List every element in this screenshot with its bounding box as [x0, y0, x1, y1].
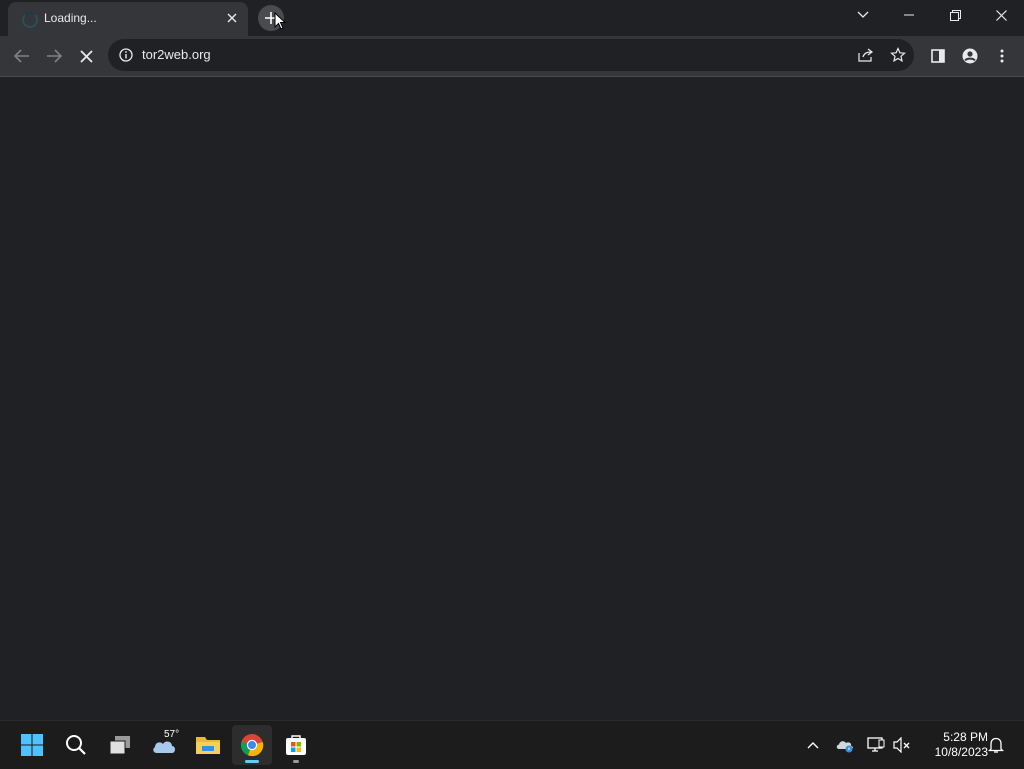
profile-button[interactable]	[956, 42, 984, 70]
task-view-button[interactable]	[100, 725, 140, 765]
chrome-icon	[240, 734, 264, 757]
onedrive-icon[interactable]	[835, 735, 855, 755]
kebab-menu-icon	[1000, 49, 1004, 63]
chevron-down-icon	[857, 11, 869, 18]
taskbar: 57° 5:28 PM 10/8/2023	[0, 720, 1024, 769]
tab-title: Loading...	[44, 11, 97, 25]
running-app-indicator	[293, 760, 299, 763]
active-app-indicator	[245, 760, 259, 763]
star-icon[interactable]	[887, 44, 909, 66]
loading-spinner-icon	[22, 12, 38, 28]
forward-button[interactable]	[40, 42, 68, 70]
windows-start-icon	[21, 734, 43, 756]
chrome-taskbar-button[interactable]	[232, 725, 272, 765]
menu-button[interactable]	[988, 42, 1016, 70]
site-info-icon[interactable]	[118, 47, 134, 63]
tab-close-icon[interactable]	[224, 10, 240, 26]
side-panel-button[interactable]	[924, 42, 952, 70]
share-icon[interactable]	[855, 44, 877, 66]
network-icon[interactable]	[866, 735, 886, 755]
taskbar-clock[interactable]: 5:28 PM 10/8/2023	[918, 730, 988, 760]
search-icon	[66, 735, 86, 755]
tab-strip: Loading...	[0, 0, 1024, 36]
minimize-button[interactable]	[886, 0, 932, 30]
show-hidden-icons-button[interactable]	[803, 735, 823, 755]
store-icon	[286, 735, 306, 755]
url-text[interactable]: tor2web.org	[142, 47, 211, 62]
side-panel-icon	[931, 49, 945, 63]
arrow-left-icon	[14, 49, 29, 63]
weather-temperature: 57°	[164, 729, 180, 740]
back-button[interactable]	[8, 42, 36, 70]
close-icon	[995, 9, 1007, 21]
store-button[interactable]	[276, 725, 316, 765]
chevron-up-icon	[807, 742, 819, 749]
file-explorer-button[interactable]	[188, 725, 228, 765]
start-button[interactable]	[12, 725, 52, 765]
restore-button[interactable]	[932, 0, 978, 30]
file-explorer-icon	[196, 737, 220, 754]
arrow-right-icon	[47, 49, 62, 63]
browser-window: Loading... tor2web.org	[0, 0, 1024, 720]
tab-search-button[interactable]	[840, 0, 886, 30]
volume-muted-icon[interactable]	[892, 735, 912, 755]
page-content[interactable]	[0, 77, 1024, 720]
address-bar[interactable]: tor2web.org	[108, 39, 914, 71]
person-icon	[962, 48, 978, 64]
minimize-icon	[904, 14, 914, 16]
stop-loading-button[interactable]	[72, 42, 100, 70]
clock-date: 10/8/2023	[934, 745, 988, 759]
close-icon	[79, 49, 93, 63]
mouse-cursor-icon	[274, 12, 286, 30]
tab-loading[interactable]: Loading...	[8, 2, 248, 36]
taskbar-search-button[interactable]	[56, 725, 96, 765]
task-view-icon	[109, 736, 130, 755]
browser-toolbar: tor2web.org	[0, 36, 1024, 77]
notification-bell-icon[interactable]	[986, 735, 1006, 755]
close-window-button[interactable]	[978, 0, 1024, 30]
restore-icon	[949, 9, 961, 21]
clock-time: 5:28 PM	[943, 730, 988, 744]
